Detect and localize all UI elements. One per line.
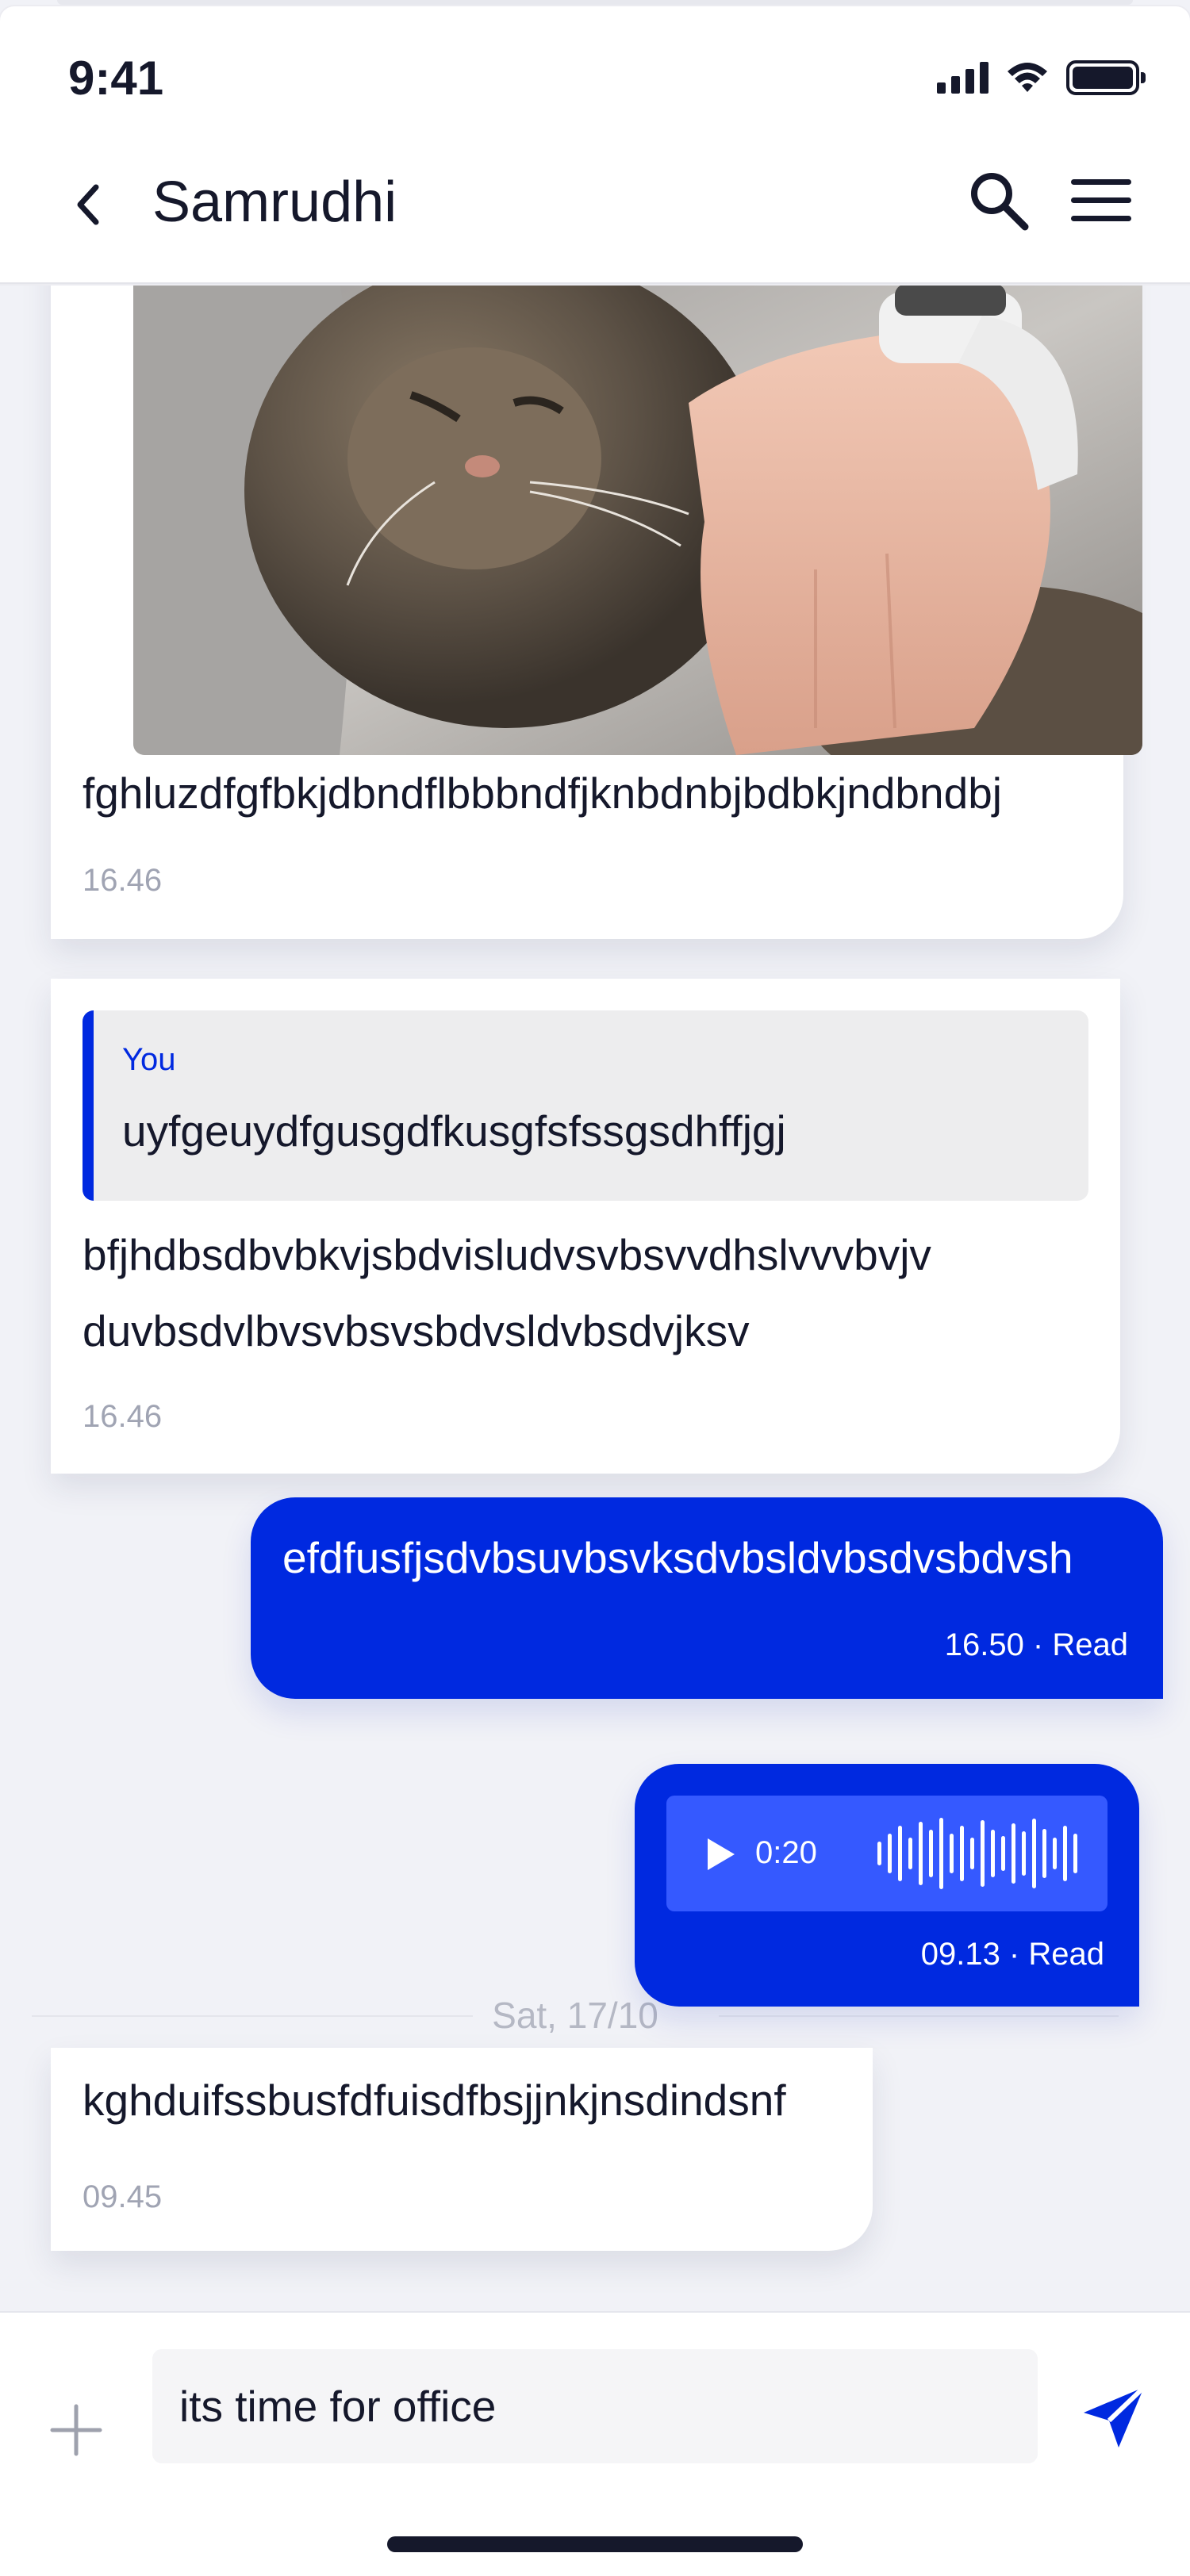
reply-text: uyfgeuydfgusgdfkusgfsfssgsdhffjgj	[122, 1106, 786, 1156]
quoted-reply[interactable]: You uyfgeuydfgusgdfkusgfsfssgsdhffjgj	[83, 1010, 1088, 1201]
cat-photo-image	[133, 284, 1142, 755]
plus-icon[interactable]	[49, 2403, 103, 2457]
waveform-bar	[1001, 1836, 1005, 1871]
message-time: 09.45	[83, 2179, 163, 2214]
waveform-bar	[1053, 1838, 1057, 1869]
message-text: efdfusfjsdvbsuvbsvksdvbsldvbsdvsbdvsh	[282, 1533, 1073, 1582]
message-text: kghduifssbusfdfuisdfbsjjnkjnsdindsnf	[83, 2076, 786, 2125]
waveform-bar	[950, 1834, 954, 1873]
waveform-bar	[991, 1830, 995, 1877]
audio-duration: 0:20	[755, 1835, 817, 1870]
waveform-bar	[1063, 1826, 1067, 1881]
waveform-bar	[898, 1826, 902, 1881]
message-meta: 16.50 · Read	[944, 1627, 1128, 1662]
waveform-bar	[877, 1842, 881, 1865]
back-button[interactable]	[63, 173, 111, 236]
reply-message[interactable]: You uyfgeuydfgusgdfkusgfsfssgsdhffjgj bf…	[51, 979, 1120, 1474]
chat-header: 9:41 Samrudhi	[0, 6, 1190, 284]
screen-top-edge	[57, 0, 1133, 5]
audio-player[interactable]: 0:20	[666, 1796, 1107, 1911]
waveform-bar	[1032, 1819, 1036, 1888]
cat-photo[interactable]	[133, 284, 1142, 755]
waveform-icon[interactable]	[874, 1816, 1084, 1891]
home-indicator	[387, 2536, 803, 2552]
waveform-bar	[981, 1820, 985, 1887]
search-icon[interactable]	[966, 168, 1031, 233]
waveform-bar	[1022, 1831, 1026, 1876]
outgoing-message[interactable]: efdfusfjsdvbsuvbsvksdvbsldvbsdvsbdvsh 16…	[251, 1497, 1163, 1699]
message-text: fghluzdfgfbkjdbndflbbbndfjknbdnbjbdbkjnd…	[83, 769, 1003, 818]
battery-icon	[1066, 60, 1146, 95]
message-list[interactable]: fghluzdfgfbkjdbndflbbbndfjknbdnbjbdbkjnd…	[0, 284, 1190, 2311]
message-text-line2: duvbsdvlbvsvbsvsbdvsldvbsdvjksv	[83, 1306, 750, 1355]
message-time: 16.46	[83, 1399, 163, 1434]
chat-title: Samrudhi	[152, 171, 397, 234]
waveform-bar	[1073, 1834, 1077, 1873]
message-input[interactable]	[152, 2349, 1038, 2463]
incoming-message[interactable]: kghduifssbusfdfuisdfbsjjnkjnsdindsnf 09.…	[51, 2048, 873, 2251]
reply-author: You	[122, 1042, 176, 1077]
waveform-bar	[888, 1834, 892, 1873]
status-icons	[937, 60, 1146, 95]
back-chevron-icon	[77, 184, 99, 225]
waveform-bar	[1012, 1823, 1015, 1884]
waveform-bar	[939, 1818, 943, 1889]
message-text-line1: bfjhdbsdbvbkvjsbdvisludvsvbsvvdhslvvvbvj…	[83, 1230, 931, 1279]
message-composer	[0, 2311, 1190, 2576]
waveform-bar	[970, 1838, 974, 1869]
signal-icon	[937, 62, 988, 94]
waveform-bar	[929, 1830, 933, 1877]
message-meta: 09.13 · Read	[920, 1937, 1104, 1972]
menu-icon[interactable]	[1069, 176, 1133, 225]
message-time: 16.46	[83, 863, 163, 898]
waveform-bar	[960, 1826, 964, 1881]
send-icon[interactable]	[1081, 2384, 1147, 2451]
waveform-bar	[908, 1838, 912, 1869]
audio-message[interactable]: 0:20 09.13 · Read	[635, 1764, 1139, 2007]
image-message[interactable]: fghluzdfgfbkjdbndflbbbndfjknbdnbjbdbkjnd…	[51, 284, 1142, 939]
status-time: 9:41	[68, 52, 164, 105]
wifi-icon	[1008, 63, 1047, 92]
waveform-bar	[919, 1822, 923, 1885]
waveform-bar	[1042, 1829, 1046, 1878]
play-icon[interactable]	[704, 1837, 736, 1872]
